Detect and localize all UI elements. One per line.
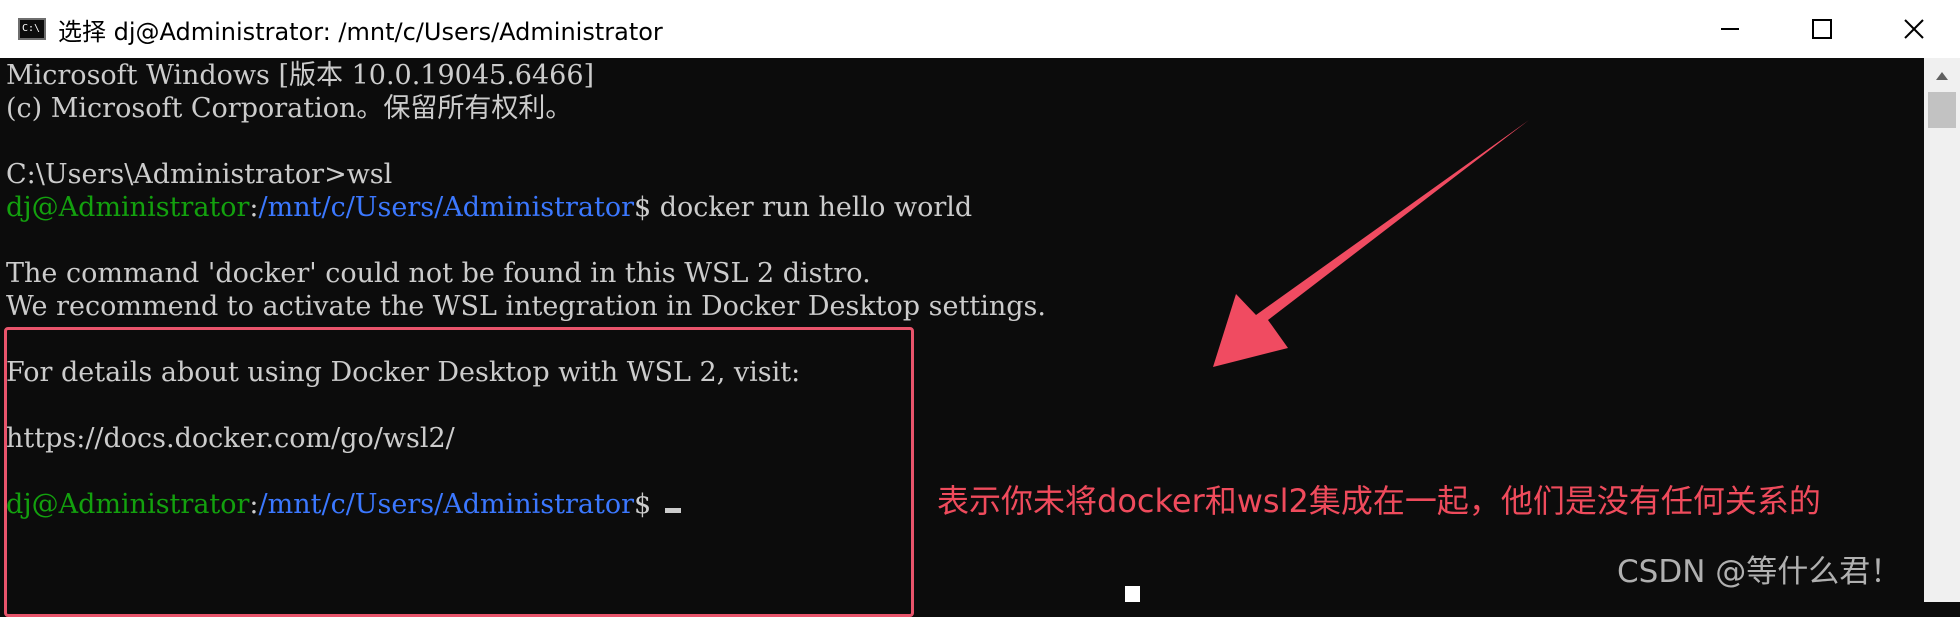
terminal-line: C:\Users\Administrator>wsl xyxy=(6,159,393,190)
prompt-separator: : xyxy=(249,192,259,223)
command-text: docker run hello world xyxy=(651,192,973,223)
chevron-up-icon xyxy=(1936,72,1948,80)
close-button[interactable] xyxy=(1868,0,1960,58)
prompt-symbol: $ xyxy=(634,192,652,223)
minimize-icon xyxy=(1721,28,1739,30)
command-prompt: dj@Administrator:/mnt/c/Users/Administra… xyxy=(6,191,972,224)
maximize-button[interactable] xyxy=(1776,0,1868,58)
terminal-line: (c) Microsoft Corporation。保留所有权利。 xyxy=(6,93,573,124)
terminal-line: The command 'docker' could not be found … xyxy=(6,258,871,289)
vertical-scrollbar[interactable] xyxy=(1924,58,1960,602)
csdn-watermark: CSDN @等什么君！ xyxy=(1617,554,1902,590)
terminal-line: We recommend to activate the WSL integra… xyxy=(6,291,1046,322)
title-bar: C:\ 选择 dj@Administrator: /mnt/c/Users/Ad… xyxy=(0,0,1960,59)
scroll-up-button[interactable] xyxy=(1924,58,1960,94)
terminal-line: Microsoft Windows [版本 10.0.19045.6466] xyxy=(6,60,595,91)
close-icon xyxy=(1904,19,1924,39)
annotation-text: 表示你未将docker和wsl2集成在一起，他们是没有任何关系的 xyxy=(937,482,1821,520)
prompt-path: /mnt/c/Users/Administrator xyxy=(258,192,634,223)
prompt-user: dj@Administrator xyxy=(6,192,250,223)
window-title: 选择 dj@Administrator: /mnt/c/Users/Admini… xyxy=(58,18,663,46)
annotation-highlight-box xyxy=(4,327,914,617)
mouse-cursor-icon xyxy=(1125,586,1140,602)
minimize-button[interactable] xyxy=(1684,0,1776,58)
maximize-icon xyxy=(1812,19,1832,39)
console-icon[interactable]: C:\ xyxy=(18,18,46,40)
scroll-thumb[interactable] xyxy=(1928,92,1956,128)
